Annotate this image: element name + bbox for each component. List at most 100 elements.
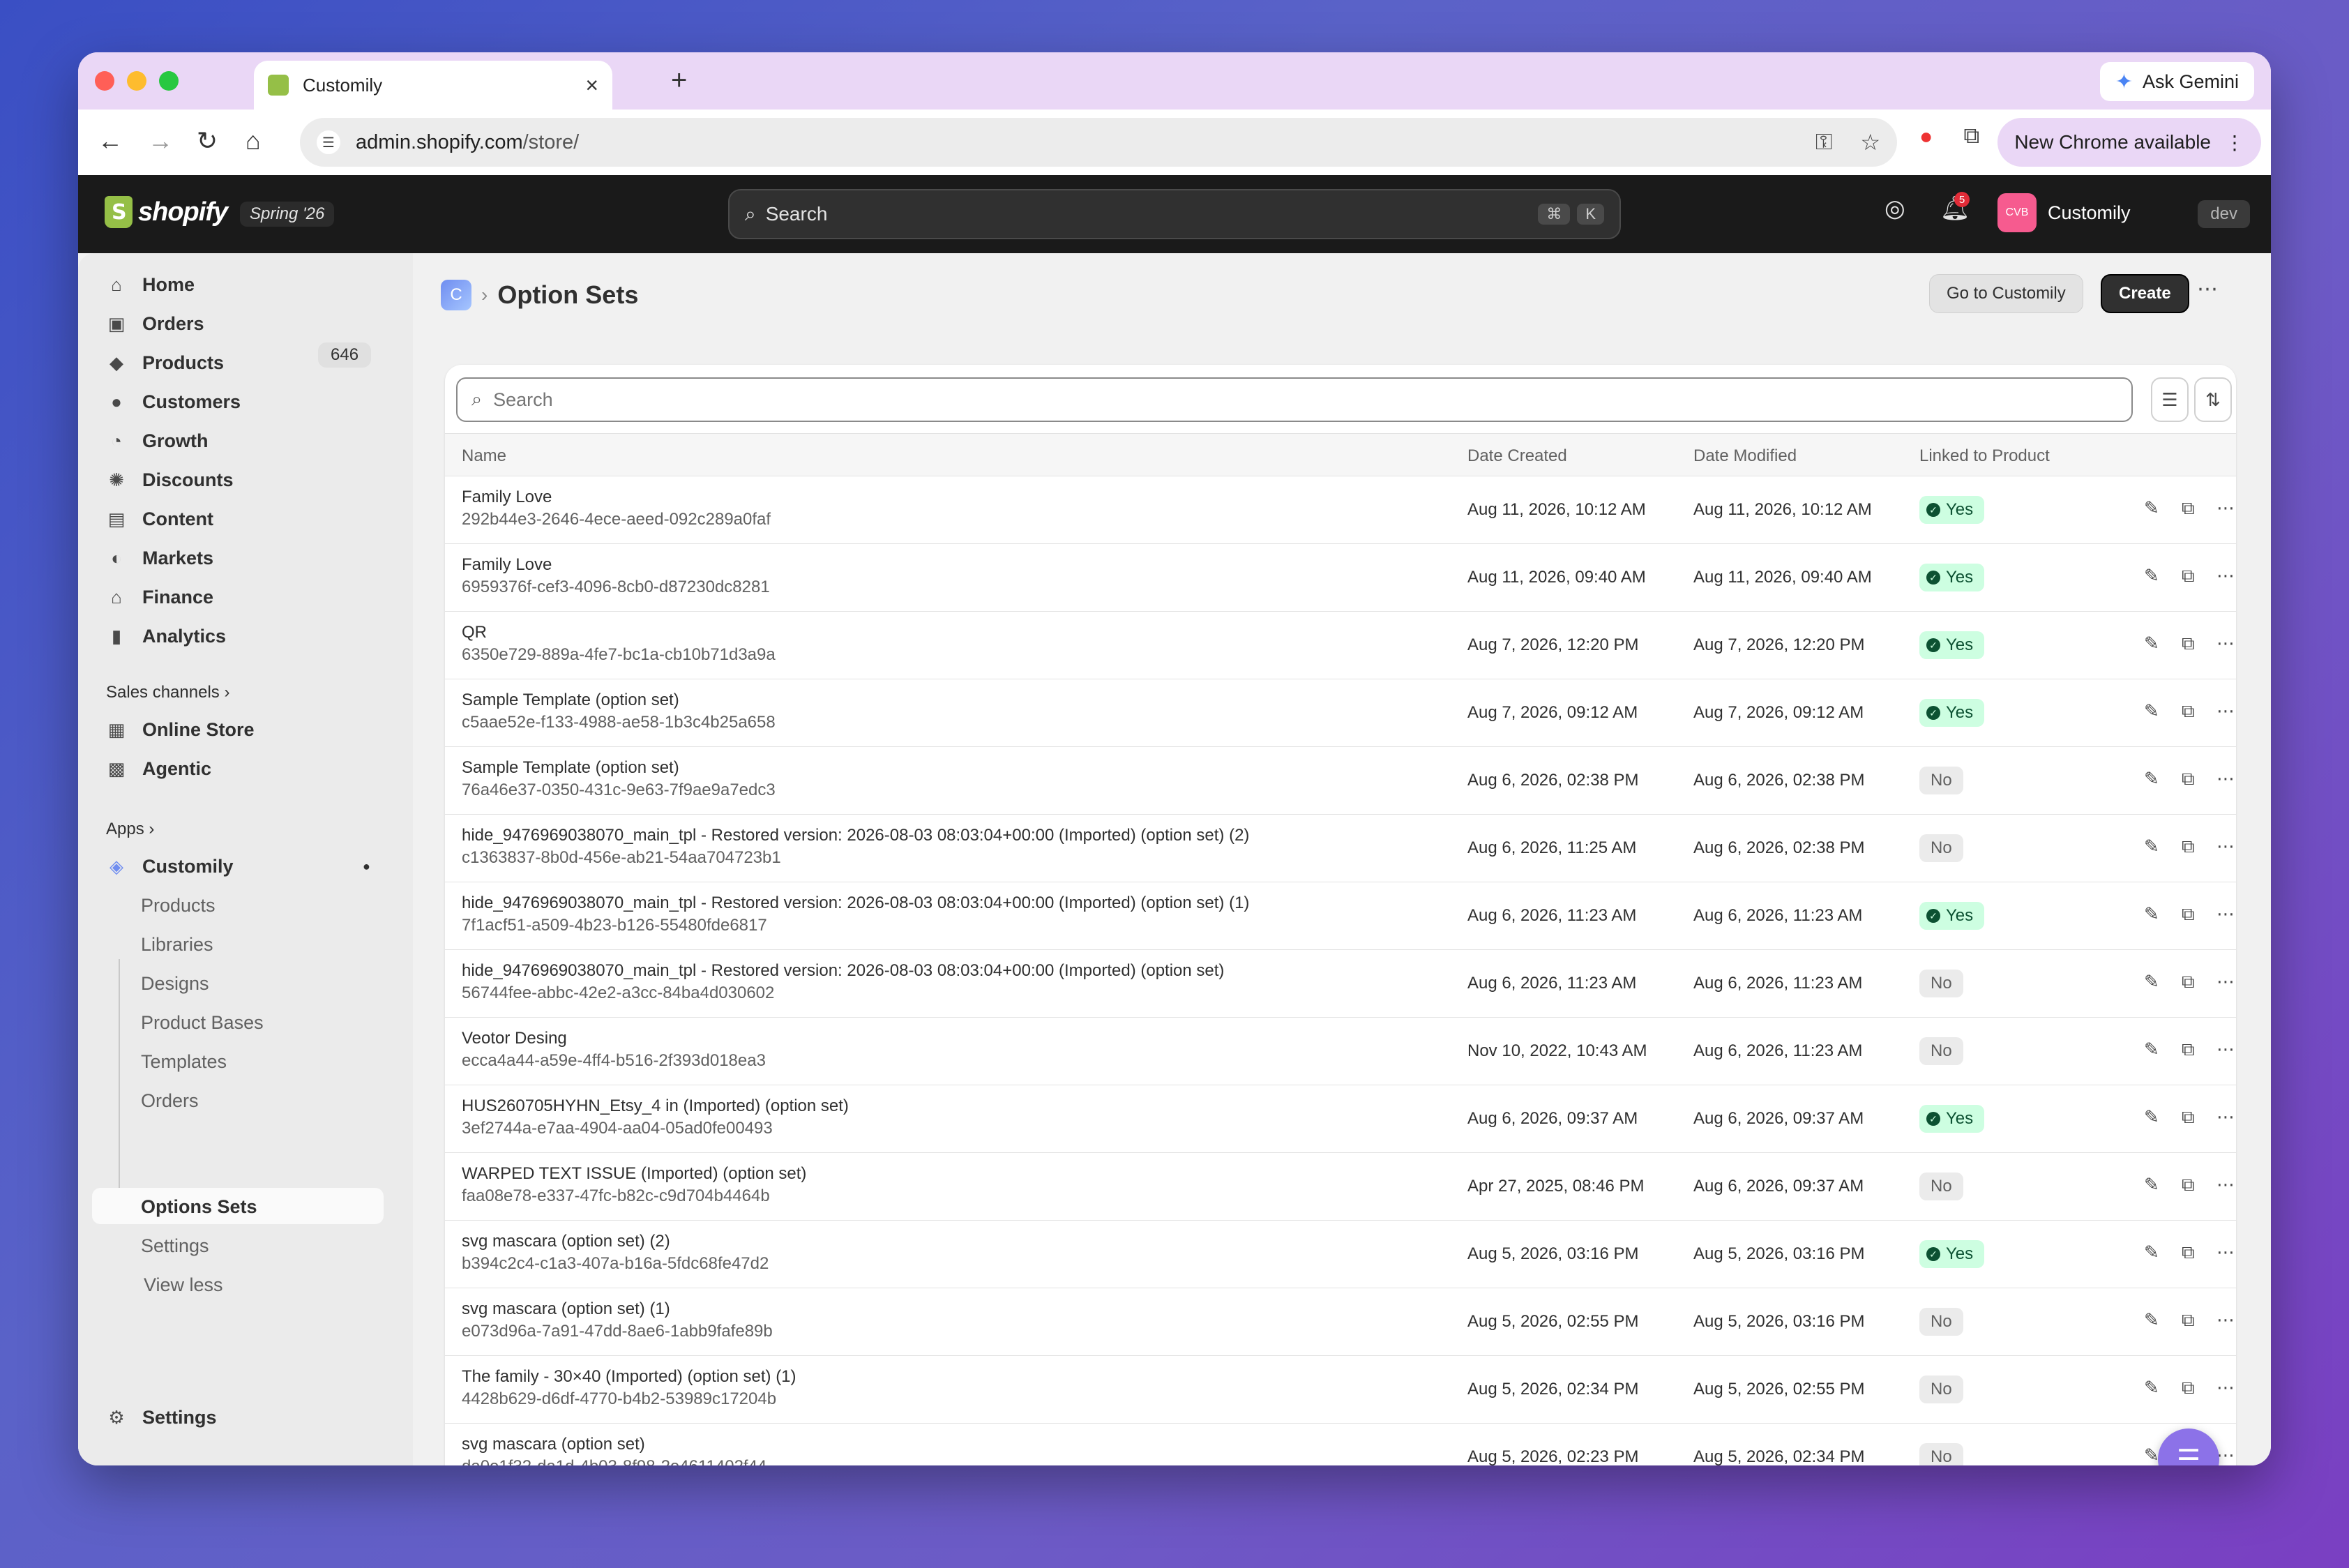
edit-pencil-icon[interactable]: ✎ [2144, 903, 2159, 925]
option-set-name[interactable]: hide_9476969038070_main_tpl - Restored v… [462, 894, 1249, 913]
table-row[interactable]: HUS260705HYHN_Etsy_4 in (Imported) (opti… [445, 1085, 2236, 1153]
sidebar-item-products[interactable]: ◆ Products [106, 352, 224, 374]
option-set-name[interactable]: Sample Template (option set) [462, 758, 679, 778]
table-row[interactable]: Veotor Desing ecca4a44-a59e-4ff4-b516-2f3… [445, 1018, 2236, 1085]
create-button[interactable]: Create [2101, 274, 2189, 313]
sidebar-item-customers[interactable]: ● Customers [106, 391, 241, 413]
filter-icon[interactable]: ☰ [2151, 377, 2189, 422]
option-set-name[interactable]: hide_9476969038070_main_tpl - Restored v… [462, 961, 1224, 981]
sidekick-icon[interactable]: ◎ [1885, 195, 1905, 223]
sidebar-subitem-designs[interactable]: Designs [141, 973, 209, 995]
table-row[interactable]: The family - 30×40 (Imported) (option se… [445, 1356, 2236, 1424]
sidebar-item-markets[interactable]: ◐ Markets [106, 548, 213, 569]
sidebar-item-settings[interactable]: ⚙ Settings [106, 1407, 216, 1428]
table-row[interactable]: Family Love 292b44e3-2646-4ece-aeed-092c2… [445, 476, 2236, 544]
option-set-name[interactable]: HUS260705HYHN_Etsy_4 in (Imported) (opti… [462, 1096, 849, 1116]
option-set-name[interactable]: Sample Template (option set) [462, 691, 679, 710]
table-row[interactable]: Sample Template (option set) 76a46e37-035… [445, 747, 2236, 815]
new-chrome-available-button[interactable]: New Chrome available ⋮ [1997, 118, 2261, 167]
column-header-date-modified[interactable]: Date Modified [1693, 446, 1797, 466]
sort-icon[interactable]: ⇅ [2194, 377, 2232, 422]
forward-arrow-icon[interactable]: → [148, 126, 173, 156]
table-row[interactable]: svg mascara (option set) (1) e073d96a-7a9… [445, 1288, 2236, 1356]
row-more-icon[interactable]: ⋯ [2216, 903, 2235, 925]
sidebar-view-less[interactable]: View less [144, 1274, 223, 1296]
back-arrow-icon[interactable]: ← [98, 126, 123, 156]
edit-pencil-icon[interactable]: ✎ [2144, 1309, 2159, 1331]
row-more-icon[interactable]: ⋯ [2216, 768, 2235, 790]
row-more-icon[interactable]: ⋯ [2216, 1106, 2235, 1128]
duplicate-icon[interactable]: ⧉ [2182, 971, 2195, 993]
edit-pencil-icon[interactable]: ✎ [2144, 1174, 2159, 1196]
edit-pencil-icon[interactable]: ✎ [2144, 1377, 2159, 1399]
option-set-name[interactable]: svg mascara (option set) [462, 1435, 645, 1454]
option-set-name[interactable]: WARPED TEXT ISSUE (Imported) (option set… [462, 1164, 806, 1184]
sidebar-subitem-templates[interactable]: Templates [141, 1051, 227, 1073]
shopify-logo[interactable]: shopify [105, 196, 228, 228]
duplicate-icon[interactable]: ⧉ [2182, 1242, 2195, 1264]
sidebar-item-home[interactable]: ⌂ Home [106, 274, 195, 296]
table-row[interactable]: QR 6350e729-889a-4fe7-bc1a-cb10b71d3a9a Au… [445, 612, 2236, 679]
option-set-name[interactable]: svg mascara (option set) (1) [462, 1299, 670, 1319]
more-actions-icon[interactable]: ⋯ [2197, 277, 2218, 301]
table-search-input[interactable]: ⌕ [456, 377, 2133, 422]
duplicate-icon[interactable]: ⧉ [2182, 1174, 2195, 1196]
row-more-icon[interactable]: ⋯ [2216, 1309, 2235, 1331]
option-set-name[interactable]: Family Love [462, 555, 552, 575]
go-to-customily-button[interactable]: Go to Customily [1929, 274, 2083, 313]
sidebar-subitem-orders[interactable]: Orders [141, 1090, 199, 1112]
table-row[interactable]: Family Love 6959376f-cef3-4096-8cb0-d8723… [445, 544, 2236, 612]
ask-gemini-button[interactable]: ✦ Ask Gemini [2099, 62, 2254, 101]
table-row[interactable]: hide_9476969038070_main_tpl - Restored v… [445, 882, 2236, 950]
duplicate-icon[interactable]: ⧉ [2182, 633, 2195, 655]
table-row[interactable]: WARPED TEXT ISSUE (Imported) (option set… [445, 1153, 2236, 1221]
duplicate-icon[interactable]: ⧉ [2182, 1377, 2195, 1399]
close-window-button[interactable] [95, 71, 114, 91]
edit-pencil-icon[interactable]: ✎ [2144, 836, 2159, 857]
address-bar[interactable]: ☰ admin.shopify.com /store/ ⚿ ☆ [300, 118, 1897, 167]
sidebar-subitem-libraries[interactable]: Libraries [141, 934, 213, 956]
edit-pencil-icon[interactable]: ✎ [2144, 1242, 2159, 1263]
customily-app-icon[interactable]: C [441, 280, 471, 310]
maximize-window-button[interactable] [159, 71, 179, 91]
sidebar-subitem-options-sets[interactable]: Options Sets [141, 1196, 257, 1218]
sidebar-item-discounts[interactable]: ✺ Discounts [106, 469, 233, 491]
option-set-name[interactable]: svg mascara (option set) (2) [462, 1232, 670, 1251]
option-set-name[interactable]: Family Love [462, 488, 552, 507]
row-more-icon[interactable]: ⋯ [2216, 565, 2235, 587]
edit-pencil-icon[interactable]: ✎ [2144, 700, 2159, 722]
minimize-window-button[interactable] [127, 71, 146, 91]
duplicate-icon[interactable]: ⧉ [2182, 903, 2195, 926]
duplicate-icon[interactable]: ⧉ [2182, 1106, 2195, 1129]
store-switcher[interactable]: CVB Customily [1997, 193, 2131, 232]
row-more-icon[interactable]: ⋯ [2216, 1039, 2235, 1060]
table-search-field[interactable] [493, 389, 1975, 411]
row-more-icon[interactable]: ⋯ [2216, 633, 2235, 654]
password-key-icon[interactable]: ⚿ [1815, 129, 1832, 156]
new-tab-icon[interactable]: + [671, 65, 687, 96]
duplicate-icon[interactable]: ⧉ [2182, 565, 2195, 587]
edit-pencil-icon[interactable]: ✎ [2144, 1445, 2159, 1465]
row-more-icon[interactable]: ⋯ [2216, 1174, 2235, 1196]
sidebar-item-content[interactable]: ▤ Content [106, 508, 213, 530]
reload-icon[interactable]: ↻ [197, 126, 218, 156]
duplicate-icon[interactable]: ⧉ [2182, 836, 2195, 858]
edit-pencil-icon[interactable]: ✎ [2144, 1106, 2159, 1128]
column-header-name[interactable]: Name [462, 446, 506, 466]
sidebar-subitem-products[interactable]: Products [141, 895, 216, 917]
table-row[interactable]: hide_9476969038070_main_tpl - Restored v… [445, 815, 2236, 882]
duplicate-icon[interactable]: ⧉ [2182, 1039, 2195, 1061]
table-row[interactable]: hide_9476969038070_main_tpl - Restored v… [445, 950, 2236, 1018]
apps-heading[interactable]: Apps › [106, 820, 154, 839]
sidebar-item-customily[interactable]: ◈ Customily ● [106, 856, 370, 877]
browser-tab[interactable]: Customily × [254, 61, 612, 110]
table-row[interactable]: svg mascara (option set) (2) b394c2c4-c1a… [445, 1221, 2236, 1288]
option-set-name[interactable]: QR [462, 623, 487, 642]
row-more-icon[interactable]: ⋯ [2216, 1445, 2235, 1465]
row-more-icon[interactable]: ⋯ [2216, 1242, 2235, 1263]
sales-channels-heading[interactable]: Sales channels › [106, 683, 229, 702]
table-row[interactable]: Sample Template (option set) c5aae52e-f13… [445, 679, 2236, 747]
sidebar-item-finance[interactable]: ⌂ Finance [106, 587, 213, 608]
sidebar-item-online-store[interactable]: ▦ Online Store [106, 719, 255, 741]
bookmark-star-icon[interactable]: ☆ [1860, 129, 1880, 156]
